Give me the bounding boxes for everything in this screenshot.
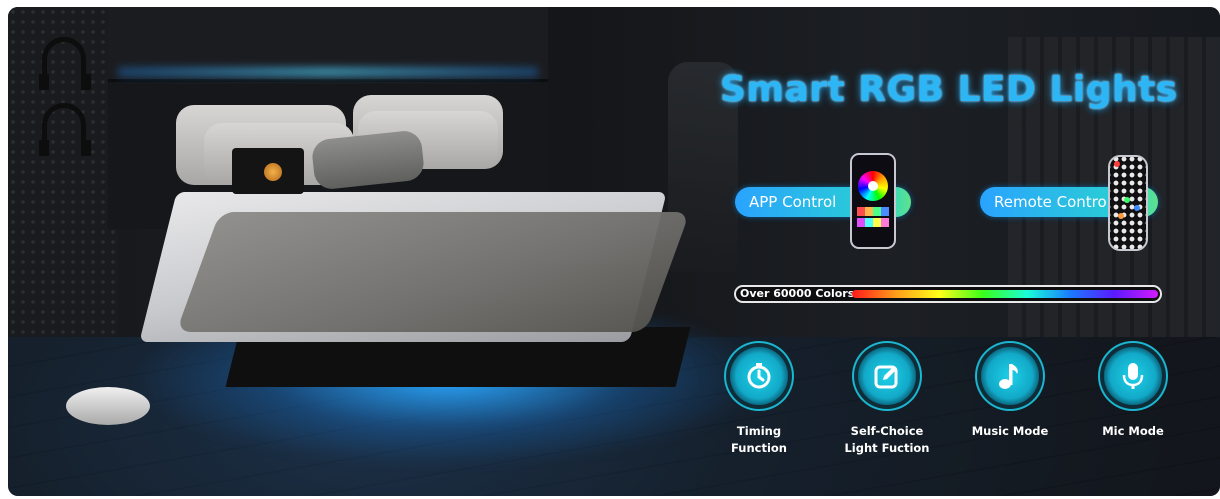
laptop [232, 148, 304, 194]
color-grid-icon [857, 207, 889, 237]
smartphone-app-icon [850, 153, 896, 249]
power-button-icon [1114, 161, 1120, 167]
feature-music-mode: Music Mode [945, 347, 1075, 440]
orange-button-icon [1118, 213, 1124, 219]
color-count-label: Over 60000 Colors [740, 287, 855, 300]
green-button-icon [1124, 197, 1130, 203]
shelf-led-glow [118, 67, 538, 77]
feature-label: Timing [736, 424, 782, 438]
blue-button-icon [1134, 205, 1140, 211]
feature-label: Mic Mode [1102, 424, 1164, 438]
music-note-icon [981, 347, 1039, 405]
feature-timing: Timing Function [694, 347, 824, 457]
microphone-icon [1104, 347, 1162, 405]
edit-icon [858, 347, 916, 405]
feature-label: Light Fuction [844, 441, 930, 455]
feature-mic-mode: Mic Mode [1068, 347, 1198, 440]
timer-icon [730, 347, 788, 405]
feature-self-choice: Self-Choice Light Fuction [822, 347, 952, 457]
blanket [176, 212, 690, 332]
color-range-bar: Over 60000 Colors [734, 285, 1162, 303]
remote-control-icon [1108, 155, 1148, 251]
headphones-icon [39, 103, 91, 156]
color-spectrum [852, 290, 1158, 298]
laptop-screen-icon [264, 163, 282, 181]
robot-vacuum [66, 387, 150, 425]
pegboard [8, 7, 118, 337]
headline: Smart RGB LED Lights [720, 69, 1178, 110]
feature-label: Function [730, 441, 787, 455]
remote-control-label: Remote Control [994, 193, 1111, 211]
feature-label: Self-Choice [850, 424, 924, 438]
feature-label: Music Mode [971, 424, 1049, 438]
headphones-icon [39, 37, 91, 90]
app-control-label: APP Control [749, 193, 837, 211]
color-wheel-icon [858, 171, 888, 201]
product-banner: Smart RGB LED Lights APP Control Remote … [8, 7, 1220, 496]
